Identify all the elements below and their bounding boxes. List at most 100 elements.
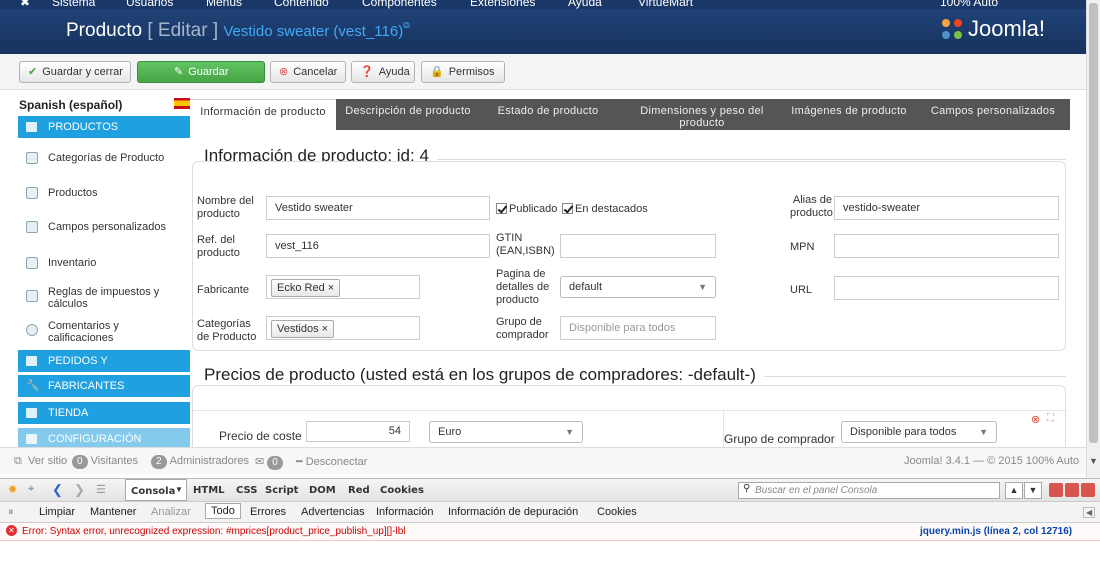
- detach-icon[interactable]: [1065, 483, 1079, 497]
- page-scrollbar[interactable]: ▼: [1086, 0, 1100, 478]
- tab-product-dimensions[interactable]: Dimensiones y peso del producto: [622, 99, 782, 130]
- menu-sistema[interactable]: Sistema: [52, 0, 95, 9]
- cost-price-input[interactable]: 54: [306, 421, 410, 442]
- persist-button[interactable]: Mantener: [90, 506, 136, 518]
- admins-status[interactable]: 2 Administradores: [151, 455, 249, 469]
- search-down-button[interactable]: ▼: [1024, 482, 1042, 499]
- tab-custom-fields[interactable]: Campos personalizados: [922, 99, 1064, 130]
- sku-input[interactable]: vest_116: [266, 234, 490, 258]
- title-product-link[interactable]: Vestido sweater (vest_116): [223, 23, 403, 40]
- sidebar-item-custom-fields[interactable]: Campos personalizados: [18, 221, 190, 233]
- sidebar-item-categories[interactable]: Categorías de Producto: [18, 152, 190, 164]
- product-info-box: Nombre del producto Vestido sweater Publ…: [192, 161, 1066, 351]
- permissions-label: Permisos: [448, 66, 495, 78]
- featured-checkbox[interactable]: En destacados: [562, 203, 648, 216]
- remove-price-icon[interactable]: ⊗: [1031, 413, 1040, 426]
- filter-errors-button[interactable]: Errores: [250, 506, 286, 518]
- menu-menus[interactable]: Menús: [206, 0, 242, 9]
- menu-contenido[interactable]: Contenido: [274, 0, 329, 9]
- devtools-tab-dom[interactable]: DOM: [309, 485, 336, 496]
- tab-product-status[interactable]: Estado de producto: [480, 99, 616, 130]
- menu-ayuda[interactable]: Ayuda: [568, 0, 602, 9]
- firebug-icon[interactable]: ✸: [8, 483, 17, 496]
- tab-product-info[interactable]: Información de producto: [190, 99, 336, 130]
- url-input[interactable]: [834, 276, 1059, 300]
- back-icon[interactable]: ❮: [52, 482, 63, 498]
- error-source-link[interactable]: jquery.min.js (línea 2, col 12716): [920, 526, 1072, 537]
- mpn-input[interactable]: [834, 234, 1059, 258]
- logout-link[interactable]: ━ Desconectar: [296, 455, 367, 468]
- sidebar-header-config[interactable]: CONFIGURACIÓN: [18, 428, 190, 447]
- sidebar-item-inventory[interactable]: Inventario: [18, 257, 190, 269]
- filter-debug-button[interactable]: Información de depuración: [448, 506, 578, 518]
- console-tab[interactable]: Consola ▼: [125, 479, 187, 501]
- category-chip[interactable]: Vestidos ×: [271, 320, 335, 338]
- sidebar-header-products[interactable]: PRODUCTOS: [18, 116, 190, 138]
- sidebar-header-store[interactable]: TIENDA: [18, 402, 190, 424]
- menu-virtuemart[interactable]: VirtueMart: [638, 0, 693, 9]
- filter-info-button[interactable]: Información: [376, 506, 433, 518]
- menu-componentes[interactable]: Componentes: [362, 0, 437, 9]
- filter-warnings-button[interactable]: Advertencias: [301, 506, 365, 518]
- joomla-menu-icon[interactable]: ✖: [20, 0, 30, 9]
- scroll-left-icon[interactable]: ◀: [1083, 507, 1096, 518]
- visitors-status[interactable]: 0 Visitantes: [72, 455, 138, 469]
- tab-product-description[interactable]: Descripción de producto: [336, 99, 480, 130]
- filter-all-button[interactable]: Todo: [205, 503, 241, 519]
- manufacturer-chip-label: Ecko Red: [277, 282, 325, 294]
- save-close-button[interactable]: ✔ Guardar y cerrar: [19, 61, 131, 83]
- view-site-link[interactable]: Ver sitio: [28, 455, 67, 467]
- menu-zoom[interactable]: 100% Auto: [940, 0, 998, 9]
- alias-input[interactable]: vestido-sweater: [834, 196, 1059, 220]
- permissions-button[interactable]: 🔒 Permisos: [421, 61, 505, 83]
- sidebar-header-label: FABRICANTES: [48, 380, 125, 392]
- pause-icon[interactable]: ⏸: [8, 506, 14, 519]
- devtools-tab-cookies[interactable]: Cookies: [380, 485, 424, 496]
- currency-select[interactable]: Euro ▼: [429, 421, 583, 443]
- scroll-down-icon[interactable]: ▼: [1089, 456, 1098, 466]
- close-icon[interactable]: [1081, 483, 1095, 497]
- scrollbar-thumb[interactable]: [1089, 3, 1098, 443]
- filter-cookies-button[interactable]: Cookies: [597, 506, 637, 518]
- sidebar-header-orders[interactable]: PEDIDOS Y: [18, 350, 190, 372]
- expand-icon[interactable]: ⛶: [1047, 413, 1054, 424]
- sidebar-header-manufacturers[interactable]: 🔧 FABRICANTES: [18, 375, 190, 397]
- save-button[interactable]: ✎ Guardar: [137, 61, 265, 83]
- tab-product-images[interactable]: Imágenes de producto: [782, 99, 916, 130]
- search-up-button[interactable]: ▲: [1005, 482, 1023, 499]
- sidebar-item-reviews[interactable]: Comentarios y calificaciones: [18, 320, 158, 344]
- price-group-select[interactable]: Disponible para todos ▼: [841, 421, 997, 443]
- page-layout-select[interactable]: default ▼: [560, 276, 716, 298]
- devtools-tab-script[interactable]: Script: [265, 485, 298, 496]
- manufacturer-select[interactable]: Ecko Red ×: [266, 275, 420, 299]
- console-error-row[interactable]: ✕ Error: Syntax error, unrecognized expr…: [0, 523, 1100, 541]
- gtin-input[interactable]: [560, 234, 716, 258]
- devtools-tab-net[interactable]: Red: [348, 485, 370, 496]
- check-icon: ✔: [28, 66, 38, 78]
- help-button[interactable]: ❓ Ayuda: [351, 61, 415, 83]
- devtools-tab-css[interactable]: CSS: [236, 485, 257, 496]
- menu-extensiones[interactable]: Extensiones: [470, 0, 535, 9]
- messages-status[interactable]: ✉ 0: [255, 455, 286, 470]
- list-icon[interactable]: ☰: [96, 483, 106, 496]
- config-icon: [26, 434, 37, 444]
- sidebar-item-tax-rules[interactable]: Reglas de impuestos y cálculos: [18, 286, 178, 310]
- tab-bar: Información de producto Descripción de p…: [190, 99, 1070, 130]
- clear-button[interactable]: Limpiar: [39, 506, 75, 518]
- profile-button[interactable]: Analizar: [151, 506, 191, 518]
- forward-icon[interactable]: ❯: [74, 482, 85, 498]
- sidebar-item-products[interactable]: Productos: [18, 187, 190, 199]
- menu-usuarios[interactable]: Usuarios: [126, 0, 173, 9]
- inspect-icon[interactable]: ⌖: [28, 483, 34, 496]
- manufacturer-chip[interactable]: Ecko Red ×: [271, 279, 341, 297]
- devtools-tab-html[interactable]: HTML: [193, 485, 225, 496]
- minimize-icon[interactable]: [1049, 483, 1063, 497]
- categories-select[interactable]: Vestidos ×: [266, 316, 420, 340]
- published-checkbox[interactable]: Publicado: [496, 203, 557, 216]
- cancel-button[interactable]: ⊗ Cancelar: [270, 61, 346, 83]
- console-search-input[interactable]: ⚲ Buscar en el panel Consola: [738, 482, 1000, 499]
- shopper-group-input[interactable]: Disponible para todos: [560, 316, 716, 340]
- price-group-value: Disponible para todos: [850, 426, 957, 438]
- product-name-input[interactable]: Vestido sweater: [266, 196, 490, 220]
- spain-flag-icon[interactable]: [174, 98, 190, 109]
